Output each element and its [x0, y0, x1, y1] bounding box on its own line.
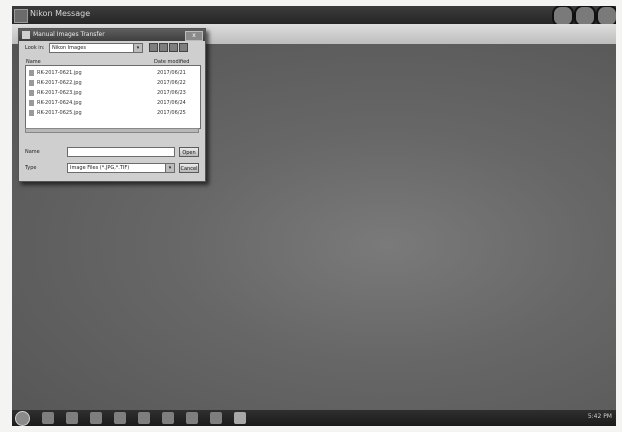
file-name: RK-2017-0623.jpg	[37, 90, 82, 96]
file-date: 2017/06/23	[157, 90, 186, 96]
file-date: 2017/06/22	[157, 80, 186, 86]
list-item[interactable]: RK-2017-0621.jpg 2017/06/21	[29, 69, 197, 77]
active-app-icon[interactable]	[234, 412, 246, 424]
app-icon-taskbar[interactable]	[162, 412, 174, 424]
list-item[interactable]: RK-2017-0623.jpg 2017/06/23	[29, 89, 197, 97]
image-file-icon	[29, 80, 34, 86]
app-icon-taskbar[interactable]	[210, 412, 222, 424]
chevron-down-icon: ▾	[133, 44, 142, 52]
app-icon	[14, 9, 28, 23]
app-icon-taskbar[interactable]	[186, 412, 198, 424]
list-item[interactable]: RK-2017-0622.jpg 2017/06/22	[29, 79, 197, 87]
folder-icon[interactable]	[66, 412, 78, 424]
image-file-icon	[29, 70, 34, 76]
list-item[interactable]: RK-2017-0625.jpg 2017/06/25	[29, 109, 197, 117]
open-button[interactable]: Open	[179, 147, 199, 157]
dialog-icon	[22, 31, 30, 39]
ie-icon[interactable]	[42, 412, 54, 424]
cancel-button[interactable]: Cancel	[179, 163, 199, 173]
view-menu-icon[interactable]	[179, 43, 188, 52]
file-list[interactable]: Name Date modified RK-2017-0621.jpg 2017…	[25, 59, 201, 129]
file-date: 2017/06/25	[157, 110, 186, 116]
file-date: 2017/06/21	[157, 70, 186, 76]
file-name: RK-2017-0622.jpg	[37, 80, 82, 86]
desktop-screen: Nikon Message Manual Images Transfer x L…	[12, 6, 616, 426]
look-in-value: Nikon Images	[52, 45, 86, 51]
file-name-input[interactable]	[67, 147, 175, 157]
look-in-dropdown[interactable]: Nikon Images ▾	[49, 43, 143, 53]
file-name-label: Name	[25, 149, 40, 155]
app-title-bar: Nikon Message	[12, 6, 616, 27]
list-item[interactable]: RK-2017-0624.jpg 2017/06/24	[29, 99, 197, 107]
image-file-icon	[29, 110, 34, 116]
file-open-dialog: Manual Images Transfer x Look in: Nikon …	[18, 28, 206, 182]
image-file-icon	[29, 100, 34, 106]
file-type-dropdown[interactable]: Image Files (*.JPG,*.TIF) ▾	[67, 163, 175, 173]
dialog-title-bar: Manual Images Transfer x	[19, 29, 205, 41]
start-button[interactable]	[15, 411, 30, 426]
file-name: RK-2017-0621.jpg	[37, 70, 82, 76]
app-icon-taskbar[interactable]	[114, 412, 126, 424]
taskbar-clock[interactable]: 5:42 PM	[588, 413, 612, 420]
media-player-icon[interactable]	[90, 412, 102, 424]
file-list-header: Name Date modified	[26, 58, 200, 66]
new-folder-icon[interactable]	[169, 43, 178, 52]
name-column-header[interactable]: Name	[26, 59, 41, 65]
taskbar: 5:42 PM	[12, 410, 616, 426]
chevron-down-icon: ▾	[165, 164, 174, 172]
file-type-value: Image Files (*.JPG,*.TIF)	[70, 165, 130, 171]
back-icon[interactable]	[149, 43, 158, 52]
dialog-close-button[interactable]: x	[185, 31, 203, 41]
dialog-title: Manual Images Transfer	[33, 31, 105, 38]
image-file-icon	[29, 90, 34, 96]
file-type-label: Type	[25, 165, 37, 171]
up-folder-icon[interactable]	[159, 43, 168, 52]
file-date: 2017/06/24	[157, 100, 186, 106]
date-column-header[interactable]: Date modified	[154, 59, 189, 65]
app-title: Nikon Message	[30, 9, 91, 18]
horizontal-scrollbar[interactable]	[25, 128, 199, 133]
file-name: RK-2017-0625.jpg	[37, 110, 82, 116]
file-name: RK-2017-0624.jpg	[37, 100, 82, 106]
app-icon-taskbar[interactable]	[138, 412, 150, 424]
look-in-label: Look in:	[25, 45, 45, 51]
